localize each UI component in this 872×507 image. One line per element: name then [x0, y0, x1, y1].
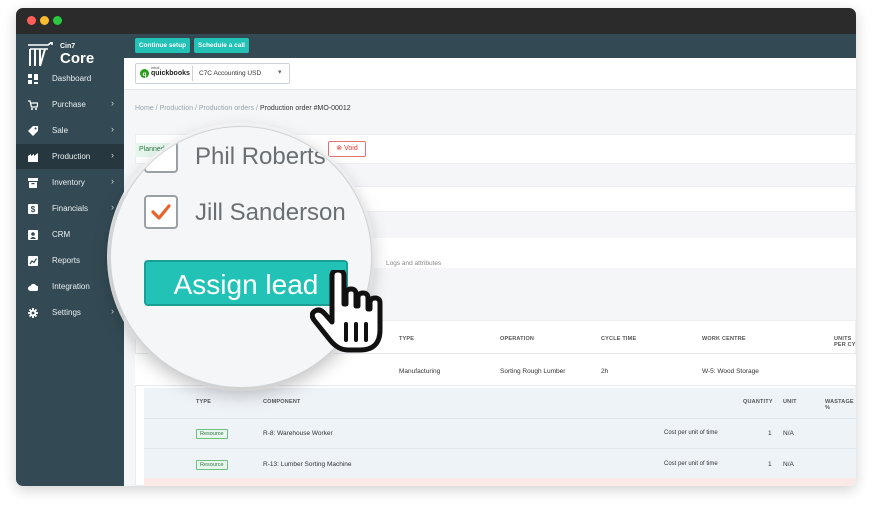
- inventory-icon: [28, 178, 38, 188]
- column-header: WORK CENTRE: [702, 336, 746, 342]
- step-work-centre: W-5: Wood Storage: [702, 368, 759, 375]
- column-header: TYPE: [399, 336, 415, 342]
- account-selected-value: C7C Accounting USD: [199, 70, 262, 77]
- chevron-down-icon: ▾: [278, 69, 282, 76]
- sidebar-item-label: Inventory: [52, 178, 85, 187]
- breadcrumb-home[interactable]: Home: [135, 105, 154, 112]
- type-badge: Resource: [196, 460, 228, 470]
- sidebar-item-label: Integration: [52, 282, 90, 291]
- hand-cursor-icon: [310, 270, 383, 353]
- factory-icon: [28, 153, 38, 162]
- chart-icon: [28, 256, 38, 266]
- component-quantity: 1: [768, 461, 772, 468]
- type-badge: Resource: [196, 429, 228, 439]
- breadcrumb-production[interactable]: Production: [160, 105, 193, 112]
- column-header: WASTAGE %: [825, 399, 854, 411]
- contact-icon: [28, 230, 38, 240]
- column-header: CYCLE TIME: [601, 336, 637, 342]
- accounting-bar: q intuit quickbooks C7C Accounting USD ▾: [124, 58, 856, 90]
- sidebar-item-integration[interactable]: Integration: [16, 274, 124, 299]
- member-name: Phil Roberts: [195, 143, 326, 170]
- sidebar-item-label: Reports: [52, 256, 81, 265]
- minimize-window-button[interactable]: [40, 16, 49, 25]
- quickbooks-label: quickbooks: [151, 70, 190, 77]
- component-unit: N/A: [783, 430, 794, 437]
- component-name: R-13: Lumber Sorting Machine: [263, 461, 352, 468]
- breadcrumb: Home / Production / Production orders / …: [135, 105, 351, 112]
- brand-small: Cin7: [60, 43, 76, 50]
- component-unit: N/A: [783, 461, 794, 468]
- checkbox-phil-roberts[interactable]: [144, 139, 178, 173]
- tag-icon: [28, 126, 38, 136]
- sidebar: Cin7 Core Dashboard Purchase › Sale › Pr…: [16, 34, 124, 486]
- checkbox-jill-sanderson[interactable]: [144, 195, 178, 229]
- accounting-select[interactable]: q intuit quickbooks C7C Accounting USD ▾: [135, 63, 290, 84]
- sidebar-item-label: Settings: [52, 308, 81, 317]
- dashboard-icon: [28, 74, 38, 84]
- svg-text:q: q: [143, 71, 147, 78]
- quickbooks-logo: q intuit quickbooks: [138, 65, 193, 81]
- chevron-right-icon: ›: [111, 98, 114, 108]
- title-bar: [16, 8, 856, 34]
- gear-icon: [28, 308, 38, 318]
- chevron-right-icon: ›: [111, 176, 114, 186]
- top-bar: Continue setup Schedule a call: [124, 34, 856, 58]
- dollar-icon: $: [28, 204, 38, 214]
- svg-text:$: $: [31, 205, 36, 214]
- cin7-logo-icon: [28, 42, 53, 67]
- sidebar-item-label: CRM: [52, 230, 71, 239]
- divider: [144, 418, 856, 419]
- column-header: COMPONENT: [263, 399, 301, 405]
- component-name: R-8: Warehouse Worker: [263, 430, 333, 437]
- void-icon: ⊗: [336, 145, 345, 152]
- table-row: [144, 478, 856, 486]
- sidebar-item-settings[interactable]: Settings ›: [16, 300, 124, 325]
- checkmark-icon: [151, 204, 171, 220]
- brand-name: Core: [60, 50, 95, 67]
- sidebar-item-purchase[interactable]: Purchase ›: [16, 92, 124, 117]
- component-cost: Cost per unit of time: [664, 430, 718, 436]
- cart-icon: [28, 100, 38, 110]
- sidebar-item-dashboard[interactable]: Dashboard: [16, 66, 124, 91]
- column-header: TYPE: [196, 399, 212, 405]
- step-type: Manufacturing: [399, 368, 441, 375]
- breadcrumb-current: Production order #MO-00012: [259, 105, 351, 112]
- column-header: UNIT: [783, 399, 797, 405]
- chevron-right-icon: ›: [111, 306, 114, 316]
- chevron-right-icon: ›: [111, 202, 114, 212]
- sidebar-item-financials[interactable]: $ Financials ›: [16, 196, 124, 221]
- component-quantity: 1: [768, 430, 772, 437]
- sidebar-item-reports[interactable]: Reports: [16, 248, 124, 273]
- sidebar-item-label: Dashboard: [52, 74, 92, 83]
- column-header: OPERATION: [500, 336, 535, 342]
- void-label: Void: [344, 145, 358, 152]
- column-header: UNITS PER CY: [834, 336, 856, 348]
- close-window-button[interactable]: [27, 16, 36, 25]
- column-header: QUANTITY: [743, 399, 773, 405]
- quickbooks-icon: q: [140, 69, 149, 78]
- member-name: Jill Sanderson: [195, 199, 346, 226]
- step-operation: Sorting Rough Lumber: [500, 368, 566, 375]
- sidebar-item-label: Production: [52, 152, 91, 161]
- sidebar-item-label: Financials: [52, 204, 89, 213]
- schedule-call-button[interactable]: Schedule a call: [194, 38, 249, 53]
- tab-logs-and-attributes[interactable]: Logs and attributes: [386, 260, 441, 267]
- cloud-icon: [28, 283, 38, 291]
- breadcrumb-production-orders[interactable]: Production orders: [199, 105, 254, 112]
- continue-setup-button[interactable]: Continue setup: [135, 38, 190, 53]
- sidebar-item-crm[interactable]: CRM: [16, 222, 124, 247]
- sidebar-item-production[interactable]: Production ›: [16, 144, 124, 169]
- sidebar-item-label: Sale: [52, 126, 69, 135]
- maximize-window-button[interactable]: [53, 16, 62, 25]
- sidebar-item-label: Purchase: [52, 100, 86, 109]
- chevron-right-icon: ›: [111, 124, 114, 134]
- chevron-right-icon: ›: [111, 150, 114, 160]
- component-cost: Cost per unit of time: [664, 461, 718, 467]
- sidebar-item-inventory[interactable]: Inventory ›: [16, 170, 124, 195]
- divider: [144, 448, 856, 449]
- sidebar-item-sale[interactable]: Sale ›: [16, 118, 124, 143]
- void-button[interactable]: ⊗ Void: [328, 141, 366, 157]
- step-cycle-time: 2h: [601, 368, 609, 375]
